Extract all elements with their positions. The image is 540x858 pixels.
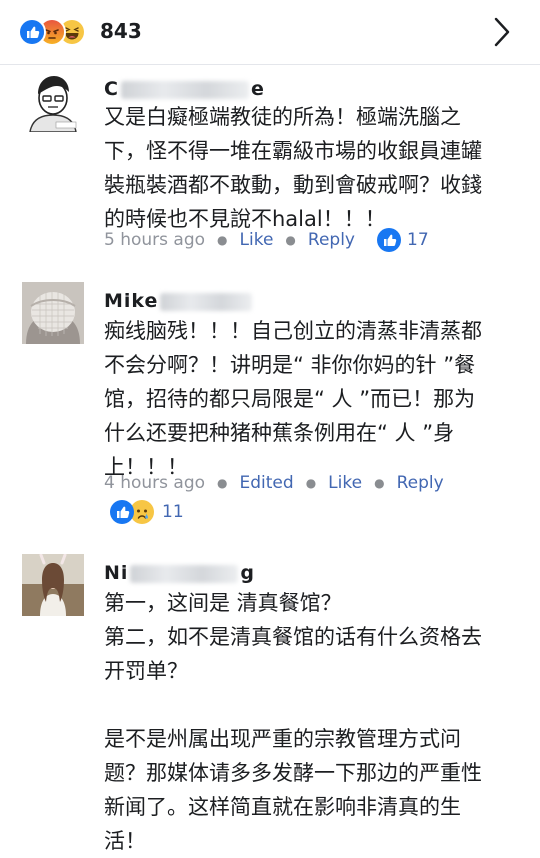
- like-icon: [18, 18, 46, 46]
- timestamp[interactable]: 4 hours ago: [104, 473, 205, 493]
- edited-label[interactable]: Edited: [240, 473, 294, 493]
- avatar[interactable]: [22, 282, 84, 344]
- avatar[interactable]: [22, 554, 84, 616]
- reaction-count[interactable]: 843: [100, 19, 142, 43]
- reply-button[interactable]: Reply: [397, 473, 444, 493]
- avatar[interactable]: [22, 70, 84, 132]
- like-icon: [110, 500, 134, 524]
- redacted-name: [130, 564, 239, 583]
- comment-text: 第一，这间是 清真餐馆？ 第二，如不是清真餐馆的话有什么资格去 开罚单？ 是不是…: [104, 591, 482, 853]
- like-icon[interactable]: [377, 228, 401, 252]
- redacted-name: [120, 80, 249, 99]
- comment-meta: 5 hours ago ● Like ● Reply 17: [104, 228, 429, 252]
- reaction-summary[interactable]: 11: [110, 499, 184, 525]
- redacted-name: [160, 292, 253, 311]
- comment-text: 痴线脑残！！！自己创立的清蒸非清蒸都 不会分啊？！讲明是“ 非你你妈的针 ”餐 …: [104, 319, 482, 479]
- comment-text: 又是白癡極端教徒的所為！極端洗腦之 下，怪不得一堆在霸級市場的收銀員連罐 裝瓶裝…: [104, 105, 482, 231]
- reply-button[interactable]: Reply: [308, 230, 355, 250]
- reactions-header[interactable]: 843: [0, 0, 540, 65]
- reaction-summary[interactable]: [18, 18, 108, 46]
- commenter-name[interactable]: Mike: [104, 290, 254, 312]
- reaction-count[interactable]: 17: [407, 230, 429, 250]
- comment-item: Ni g 第一，这间是 清真餐馆？ 第二，如不是清真餐馆的话有什么资格去 开罚单？…: [0, 534, 540, 853]
- comment-item: Ce 又是白癡極端教徒的所為！極端洗腦之 下，怪不得一堆在霸級市場的收銀員連罐 …: [0, 64, 540, 264]
- timestamp[interactable]: 5 hours ago: [104, 230, 205, 250]
- commenter-name[interactable]: Ni g: [104, 562, 255, 584]
- comment-meta: 4 hours ago ● Edited ● Like ● Reply: [104, 473, 444, 493]
- chevron-right-icon[interactable]: [492, 16, 512, 48]
- reaction-count: 11: [162, 502, 184, 522]
- commenter-name[interactable]: Ce: [104, 78, 265, 100]
- comment-item: Mike 痴线脑残！！！自己创立的清蒸非清蒸都 不会分啊？！讲明是“ 非你你妈的…: [0, 264, 540, 534]
- like-button[interactable]: Like: [328, 473, 362, 493]
- like-button[interactable]: Like: [240, 230, 274, 250]
